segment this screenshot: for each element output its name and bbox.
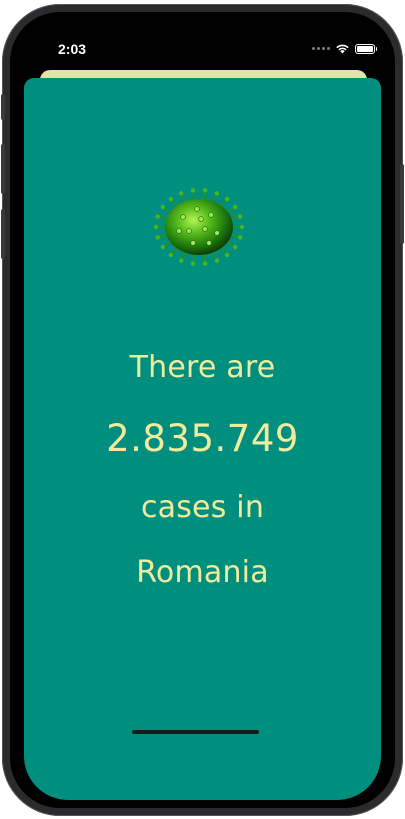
cases-in-text: cases in — [140, 490, 265, 525]
cellular-dots-icon — [312, 47, 330, 50]
phone-body: 2:03 There are 2.835.749 cases in Romani… — [1, 4, 404, 816]
power-button — [400, 164, 404, 244]
status-icons — [312, 43, 377, 54]
home-indicator[interactable] — [132, 730, 259, 734]
status-bar: 2:03 — [10, 12, 395, 62]
battery-level — [357, 45, 373, 52]
mute-switch — [1, 94, 5, 120]
country-name: Romania — [136, 555, 269, 590]
status-time: 2:03 — [58, 41, 87, 57]
cases-sheet: There are 2.835.749 cases in Romania — [24, 78, 381, 800]
wifi-icon — [336, 44, 349, 54]
device-frame: 2:03 There are 2.835.749 cases in Romani… — [0, 0, 405, 819]
volume-up-button — [1, 144, 5, 194]
cases-count: 2.835.749 — [106, 417, 299, 460]
screen: 2:03 There are 2.835.749 cases in Romani… — [10, 12, 395, 808]
battery-icon — [355, 43, 377, 54]
volume-down-button — [1, 209, 5, 259]
virus-icon — [153, 188, 245, 266]
intro-text: There are — [129, 350, 276, 385]
